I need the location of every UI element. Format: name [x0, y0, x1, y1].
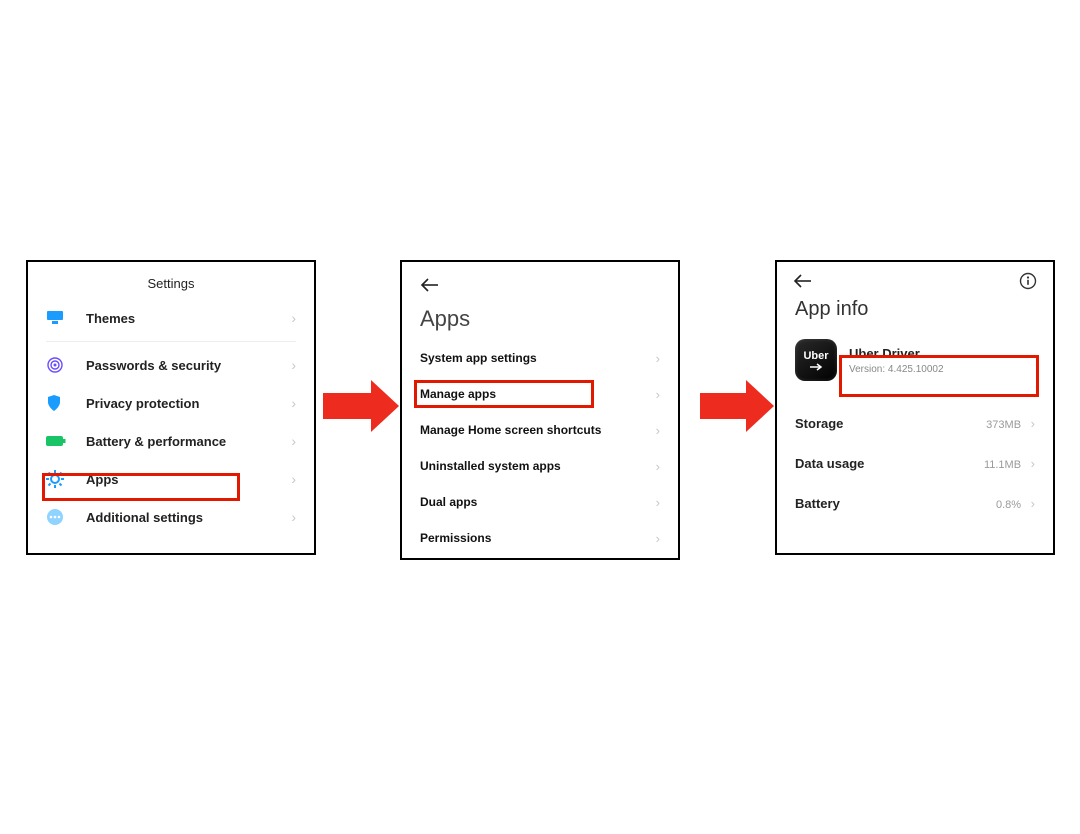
settings-item-passwords[interactable]: Passwords & security › — [28, 346, 314, 384]
chevron-right-icon: › — [656, 531, 660, 546]
settings-item-battery[interactable]: Battery & performance › — [28, 422, 314, 460]
apps-title: Apps — [402, 302, 678, 340]
divider — [46, 341, 296, 342]
apps-item-system-settings[interactable]: System app settings › — [402, 340, 678, 376]
back-icon[interactable] — [420, 278, 440, 292]
app-info-item-data-usage[interactable]: Data usage 11.1MB › — [777, 443, 1053, 483]
settings-item-label: Privacy protection — [86, 396, 291, 411]
app-info-item-label: Storage — [795, 416, 843, 431]
apps-item-label: Manage Home screen shortcuts — [420, 423, 601, 437]
apps-item-label: Uninstalled system apps — [420, 459, 561, 473]
app-header[interactable]: Uber Uber Driver Version: 4.425.10002 — [777, 335, 1053, 385]
chevron-right-icon: › — [291, 395, 296, 411]
app-info-item-value: 373MB — [986, 419, 1021, 431]
settings-title: Settings — [28, 262, 314, 299]
chevron-right-icon: › — [1031, 456, 1035, 471]
settings-item-additional[interactable]: Additional settings › — [28, 498, 314, 536]
chevron-right-icon: › — [656, 459, 660, 474]
chevron-right-icon: › — [291, 471, 296, 487]
apps-item-label: System app settings — [420, 351, 537, 365]
app-info-item-value: 0.8% — [996, 499, 1021, 511]
app-info-item-label: Data usage — [795, 456, 864, 471]
app-info-item-value: 11.1MB — [984, 459, 1021, 471]
apps-item-uninstalled[interactable]: Uninstalled system apps › — [402, 448, 678, 484]
chevron-right-icon: › — [291, 433, 296, 449]
chevron-right-icon: › — [291, 509, 296, 525]
settings-item-label: Passwords & security — [86, 358, 291, 373]
uber-app-icon: Uber — [795, 339, 837, 381]
settings-panel: Settings Themes › Passwords & security — [26, 260, 316, 555]
themes-icon — [46, 308, 72, 328]
app-info-item-label: Battery — [795, 496, 840, 511]
chevron-right-icon: › — [291, 357, 296, 373]
settings-item-label: Themes — [86, 311, 291, 326]
settings-item-apps[interactable]: Apps › — [28, 460, 314, 498]
apps-item-home-shortcuts[interactable]: Manage Home screen shortcuts › — [402, 412, 678, 448]
app-info-item-battery[interactable]: Battery 0.8% › — [777, 483, 1053, 523]
settings-item-privacy[interactable]: Privacy protection › — [28, 384, 314, 422]
settings-item-label: Battery & performance — [86, 434, 291, 449]
apps-item-label: Manage apps — [420, 387, 496, 401]
apps-item-manage-apps[interactable]: Manage apps › — [402, 376, 678, 412]
chevron-right-icon: › — [291, 310, 296, 326]
more-icon — [46, 507, 72, 527]
tutorial-flow: Settings Themes › Passwords & security — [0, 260, 1080, 560]
chevron-right-icon: › — [1031, 496, 1035, 511]
battery-icon — [46, 431, 72, 451]
gear-icon — [46, 469, 72, 489]
app-info-panel: App info Uber Uber Driver Version: 4.425… — [775, 260, 1055, 555]
arrow-right-icon — [323, 380, 399, 432]
settings-item-themes[interactable]: Themes › — [28, 299, 314, 337]
apps-item-dual-apps[interactable]: Dual apps › — [402, 484, 678, 520]
info-icon[interactable] — [1019, 272, 1037, 290]
app-info-title: App info — [777, 294, 1053, 335]
app-info-item-storage[interactable]: Storage 373MB › — [777, 403, 1053, 443]
app-icon-text: Uber — [803, 350, 828, 362]
arrow-right-icon — [700, 380, 774, 432]
app-name: Uber Driver — [849, 346, 944, 361]
chevron-right-icon: › — [1031, 416, 1035, 431]
apps-panel: Apps System app settings › Manage apps ›… — [400, 260, 680, 560]
settings-item-label: Additional settings — [86, 510, 291, 525]
back-icon[interactable] — [793, 274, 813, 288]
apps-item-label: Dual apps — [420, 495, 477, 509]
fingerprint-icon — [46, 355, 72, 375]
shield-icon — [46, 393, 72, 413]
app-version: Version: 4.425.10002 — [849, 364, 944, 375]
apps-item-label: Permissions — [420, 531, 491, 545]
chevron-right-icon: › — [656, 495, 660, 510]
chevron-right-icon: › — [656, 351, 660, 366]
chevron-right-icon: › — [656, 423, 660, 438]
apps-item-permissions[interactable]: Permissions › — [402, 520, 678, 556]
chevron-right-icon: › — [656, 387, 660, 402]
settings-item-label: Apps — [86, 472, 291, 487]
